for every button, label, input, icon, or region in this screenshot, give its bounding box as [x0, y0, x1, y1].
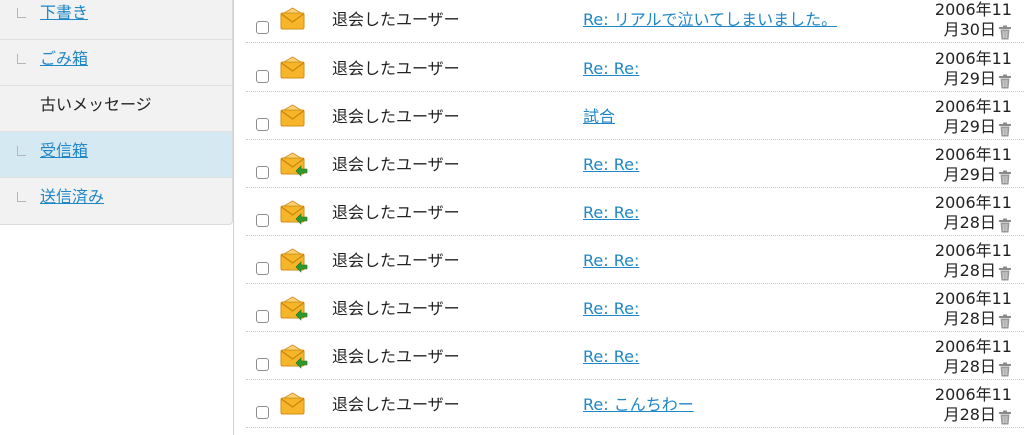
trash-icon[interactable]	[998, 25, 1012, 40]
envelope-replied-icon	[280, 296, 308, 322]
subject-link[interactable]: Re: Re:	[583, 155, 639, 175]
envelope-icon	[280, 104, 308, 130]
select-checkbox[interactable]	[256, 262, 269, 275]
date-line-2: 月28日	[943, 213, 996, 232]
tree-branch-icon	[17, 146, 26, 156]
sender-name: 退会したユーザー	[332, 299, 460, 318]
sender-name: 退会したユーザー	[332, 155, 460, 174]
message-row: 退会したユーザー Re: Re: 2006年11 月29日	[246, 44, 1024, 92]
subject-link[interactable]: Re: Re:	[583, 59, 639, 79]
message-date: 2006年11 月28日	[906, 337, 1012, 377]
date-line-1: 2006年11	[934, 49, 1012, 68]
date-line-1: 2006年11	[934, 385, 1012, 404]
envelope-replied-icon	[280, 248, 308, 274]
message-row: 退会したユーザー Re: Re: 2006年11 月28日	[246, 284, 1024, 332]
trash-icon[interactable]	[998, 218, 1012, 233]
sidebar-item-label: 古いメッセージ	[40, 95, 152, 114]
select-checkbox[interactable]	[256, 70, 269, 83]
sender-name: 退会したユーザー	[332, 347, 460, 366]
trash-icon[interactable]	[998, 74, 1012, 89]
sidebar-item-old-messages: 古いメッセージ	[0, 86, 232, 132]
message-date: 2006年11 月28日	[906, 385, 1012, 425]
envelope-replied-icon	[280, 344, 308, 370]
date-line-2: 月28日	[943, 261, 996, 280]
select-checkbox[interactable]	[256, 310, 269, 323]
select-checkbox[interactable]	[256, 406, 269, 419]
message-date: 2006年11 月28日	[906, 193, 1012, 233]
tree-branch-icon	[17, 54, 26, 64]
tree-branch-icon	[17, 192, 26, 202]
sender-name: 退会したユーザー	[332, 251, 460, 270]
message-row: 退会したユーザー 試合 2006年11 月29日	[246, 92, 1024, 140]
message-date: 2006年11 月29日	[906, 145, 1012, 185]
date-line-2: 月28日	[943, 405, 996, 424]
date-line-2: 月28日	[943, 357, 996, 376]
sender-name: 退会したユーザー	[332, 59, 460, 78]
sidebar-item-label[interactable]: 下書き	[40, 3, 88, 23]
message-row: 退会したユーザー Re: こんちわー 2006年11 月28日	[246, 380, 1024, 428]
date-line-2: 月30日	[943, 20, 996, 39]
date-line-1: 2006年11	[934, 241, 1012, 260]
sidebar-item-label[interactable]: 受信箱	[40, 141, 88, 161]
date-line-1: 2006年11	[934, 337, 1012, 356]
select-checkbox[interactable]	[256, 166, 269, 179]
message-row: 退会したユーザー Re: Re: 2006年11 月28日	[246, 188, 1024, 236]
date-line-1: 2006年11	[934, 145, 1012, 164]
subject-link[interactable]: Re: リアルで泣いてしまいました。	[583, 10, 837, 30]
sidebar-item-sent[interactable]: 送信済み	[0, 178, 232, 224]
sidebar-item-drafts[interactable]: 下書き	[0, 0, 232, 40]
message-date: 2006年11 月30日	[906, 0, 1012, 40]
date-line-1: 2006年11	[934, 289, 1012, 308]
subject-link[interactable]: 試合	[583, 107, 615, 127]
subject-link[interactable]: Re: Re:	[583, 347, 639, 367]
subject-link[interactable]: Re: Re:	[583, 251, 639, 271]
panel-divider	[233, 0, 234, 435]
folder-sidebar: 下書き ごみ箱 古いメッセージ 受信箱 送信済み	[0, 0, 233, 225]
sender-name: 退会したユーザー	[332, 107, 460, 126]
message-date: 2006年11 月28日	[906, 241, 1012, 281]
message-row: 退会したユーザー Re: リアルで泣いてしまいました。 2006年11 月30日	[246, 0, 1024, 43]
message-row: 退会したユーザー Re: Re: 2006年11 月28日	[246, 332, 1024, 380]
tree-branch-icon	[17, 8, 26, 18]
sidebar-item-label[interactable]: ごみ箱	[40, 49, 88, 69]
sidebar-item-label[interactable]: 送信済み	[40, 187, 104, 207]
message-date: 2006年11 月29日	[906, 49, 1012, 89]
date-line-2: 月28日	[943, 309, 996, 328]
trash-icon[interactable]	[998, 122, 1012, 137]
trash-icon[interactable]	[998, 410, 1012, 425]
date-line-2: 月29日	[943, 165, 996, 184]
envelope-icon	[280, 392, 308, 418]
select-checkbox[interactable]	[256, 358, 269, 371]
trash-icon[interactable]	[998, 266, 1012, 281]
date-line-1: 2006年11	[934, 97, 1012, 116]
date-line-1: 2006年11	[934, 193, 1012, 212]
sidebar-item-trash[interactable]: ごみ箱	[0, 40, 232, 86]
sender-name: 退会したユーザー	[332, 10, 460, 29]
date-line-1: 2006年11	[934, 0, 1012, 19]
date-line-2: 月29日	[943, 117, 996, 136]
subject-link[interactable]: Re: こんちわー	[583, 395, 694, 415]
select-checkbox[interactable]	[256, 214, 269, 227]
sender-name: 退会したユーザー	[332, 395, 460, 414]
envelope-icon	[280, 56, 308, 82]
envelope-icon	[280, 7, 308, 33]
subject-link[interactable]: Re: Re:	[583, 299, 639, 319]
subject-link[interactable]: Re: Re:	[583, 203, 639, 223]
message-date: 2006年11 月28日	[906, 289, 1012, 329]
sidebar-item-inbox[interactable]: 受信箱	[0, 132, 232, 178]
select-checkbox[interactable]	[256, 21, 269, 34]
date-line-2: 月29日	[943, 69, 996, 88]
trash-icon[interactable]	[998, 314, 1012, 329]
envelope-replied-icon	[280, 200, 308, 226]
trash-icon[interactable]	[998, 362, 1012, 377]
message-row: 退会したユーザー Re: Re: 2006年11 月28日	[246, 236, 1024, 284]
sender-name: 退会したユーザー	[332, 203, 460, 222]
trash-icon[interactable]	[998, 170, 1012, 185]
message-row: 退会したユーザー Re: Re: 2006年11 月29日	[246, 140, 1024, 188]
message-date: 2006年11 月29日	[906, 97, 1012, 137]
select-checkbox[interactable]	[256, 118, 269, 131]
envelope-replied-icon	[280, 152, 308, 178]
